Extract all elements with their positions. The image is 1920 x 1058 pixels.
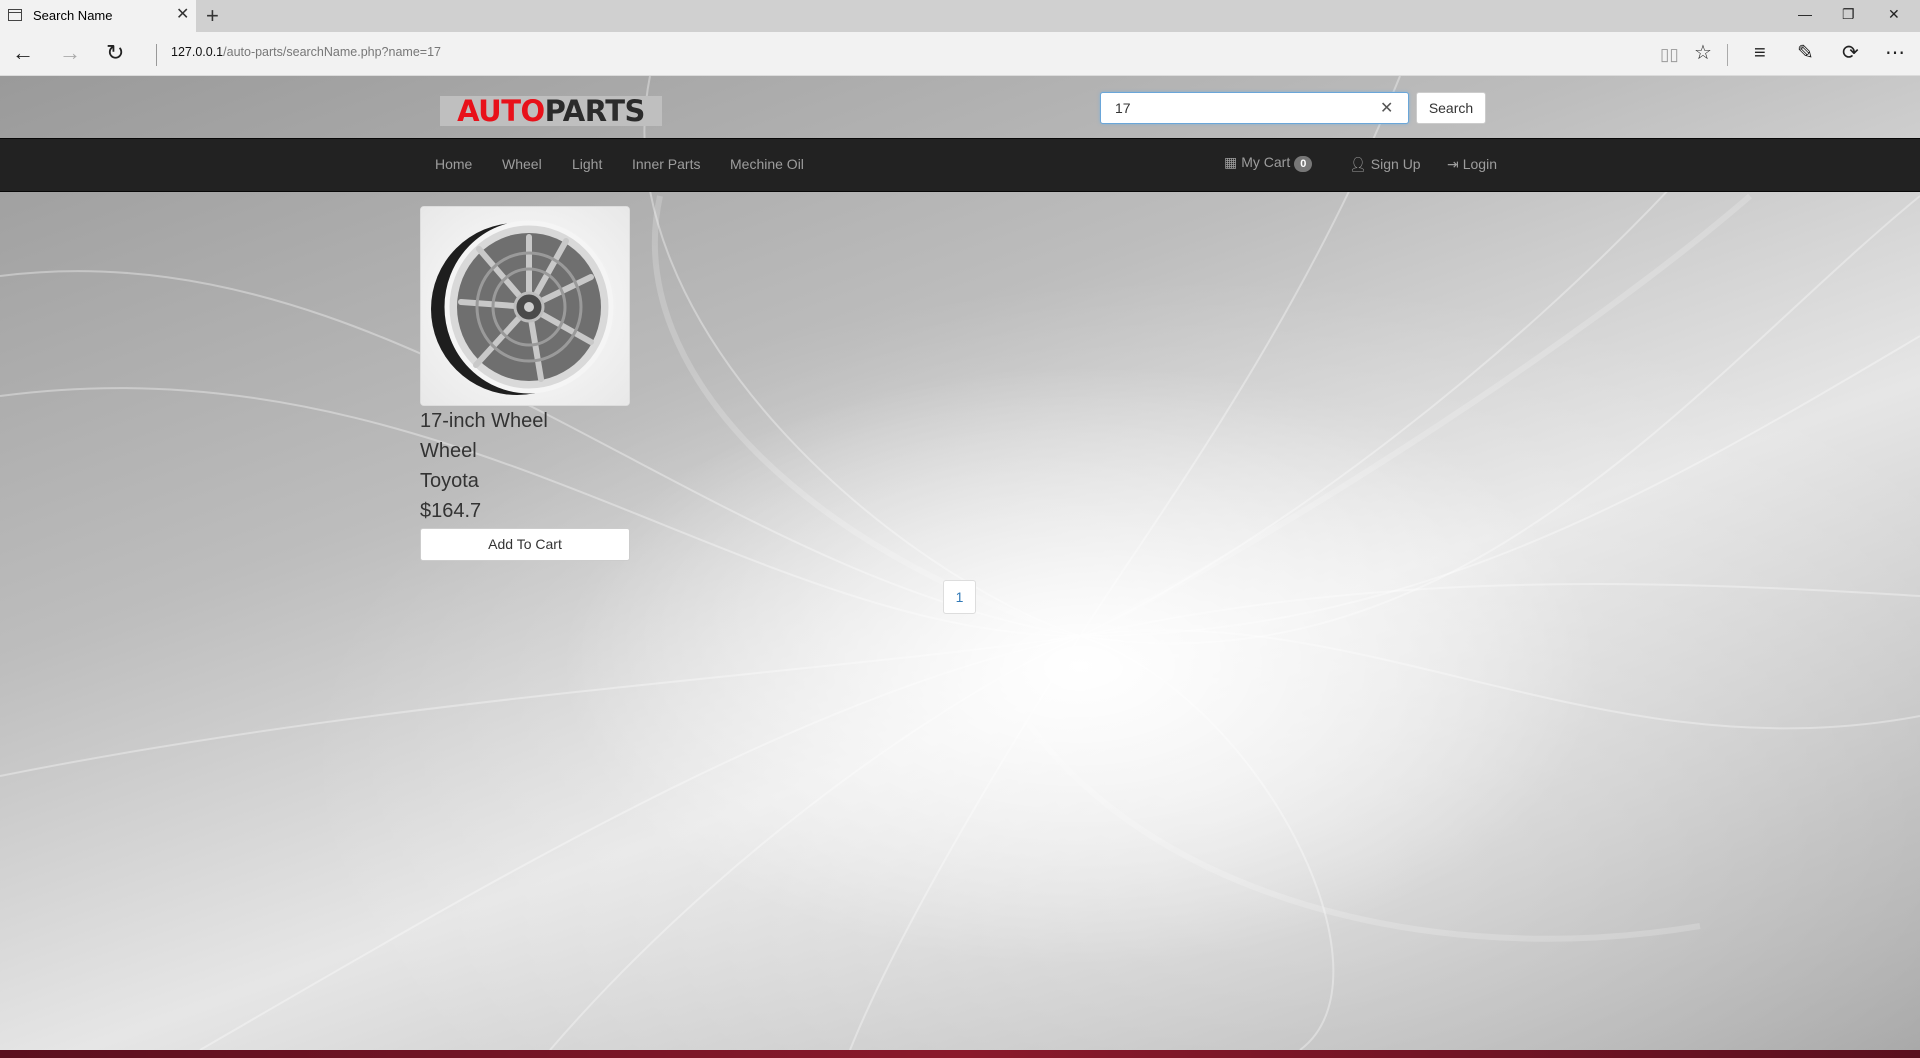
wheel-image bbox=[421, 207, 629, 405]
logo-text-parts: PARTS bbox=[544, 94, 646, 128]
restore-icon[interactable]: ❐ bbox=[1842, 6, 1855, 23]
nav-item-inner-parts[interactable]: Inner Parts bbox=[632, 156, 700, 172]
add-to-cart-button[interactable]: Add To Cart bbox=[420, 528, 630, 561]
nav-item-home[interactable]: Home bbox=[435, 156, 472, 172]
browser-tab-strip: Search Name ✕ + — ❐ ✕ bbox=[0, 0, 1920, 32]
product-thumbnail[interactable] bbox=[420, 206, 630, 406]
close-window-icon[interactable]: ✕ bbox=[1888, 6, 1900, 23]
page-icon bbox=[8, 9, 22, 21]
clear-search-icon[interactable]: ✕ bbox=[1380, 98, 1393, 118]
nav-item-light[interactable]: Light bbox=[572, 156, 602, 172]
login-link[interactable]: ⇥ Login bbox=[1447, 156, 1497, 173]
url-host: 127.0.0.1 bbox=[171, 45, 224, 59]
tab-title: Search Name bbox=[33, 8, 113, 23]
toolbar-divider bbox=[1727, 44, 1728, 66]
login-label: Login bbox=[1462, 156, 1497, 172]
reading-view-icon[interactable]: ▯▯ bbox=[1660, 43, 1679, 67]
forward-icon[interactable]: → bbox=[59, 41, 81, 65]
my-cart-label: My Cart bbox=[1241, 154, 1291, 170]
more-icon[interactable]: ⋯ bbox=[1885, 41, 1905, 65]
new-tab-icon[interactable]: + bbox=[206, 3, 219, 29]
search-button[interactable]: Search bbox=[1416, 92, 1486, 124]
login-icon: ⇥ bbox=[1447, 156, 1459, 172]
product-brand: Toyota bbox=[420, 470, 479, 492]
product-price: $164.7 bbox=[420, 500, 482, 522]
site-logo[interactable]: AUTO PARTS bbox=[440, 94, 662, 128]
back-icon[interactable]: ← bbox=[12, 41, 34, 65]
url-path: /auto-parts/searchName.php?name=17 bbox=[223, 45, 441, 59]
search-input[interactable] bbox=[1100, 92, 1409, 124]
main-navbar: Home Wheel Light Inner Parts Mechine Oil… bbox=[0, 138, 1920, 192]
sign-up-label: Sign Up bbox=[1370, 156, 1421, 172]
page-background: AUTOPARTS ✕ Search Home Wheel Light Inne… bbox=[0, 76, 1920, 1050]
share-icon[interactable]: ⟳ bbox=[1842, 41, 1859, 65]
refresh-icon[interactable]: ↻ bbox=[106, 41, 124, 65]
pagination-page-1[interactable]: 1 bbox=[943, 580, 976, 614]
url-field[interactable]: 127.0.0.1/auto-parts/searchName.php?name… bbox=[171, 45, 441, 59]
grid-icon: ▦ bbox=[1224, 154, 1238, 170]
cart-count-badge: 0 bbox=[1294, 156, 1313, 172]
address-divider bbox=[156, 44, 157, 66]
swirl-background bbox=[0, 76, 1920, 1050]
hub-icon[interactable]: ≡ bbox=[1754, 41, 1766, 65]
my-cart-link[interactable]: ▦ My Cart 0 bbox=[1224, 154, 1313, 172]
nav-item-wheel[interactable]: Wheel bbox=[502, 156, 542, 172]
favorite-star-icon[interactable]: ☆ bbox=[1694, 41, 1712, 65]
close-tab-icon[interactable]: ✕ bbox=[176, 5, 189, 25]
logo-text-auto: AUTO bbox=[457, 94, 545, 128]
browser-tab[interactable]: Search Name ✕ bbox=[0, 0, 196, 32]
product-category: Wheel bbox=[420, 440, 477, 462]
address-bar: ← → ↻ 127.0.0.1/auto-parts/searchName.ph… bbox=[0, 32, 1920, 76]
sign-up-link[interactable]: 👤︎ Sign Up bbox=[1349, 156, 1421, 173]
taskbar-strip bbox=[0, 1050, 1920, 1058]
minimize-icon[interactable]: — bbox=[1798, 6, 1812, 22]
web-note-icon[interactable]: ✎ bbox=[1797, 41, 1814, 65]
nav-item-mechine-oil[interactable]: Mechine Oil bbox=[730, 156, 804, 172]
product-name[interactable]: 17-inch Wheel bbox=[420, 410, 548, 433]
user-icon: 👤︎ bbox=[1349, 156, 1367, 172]
